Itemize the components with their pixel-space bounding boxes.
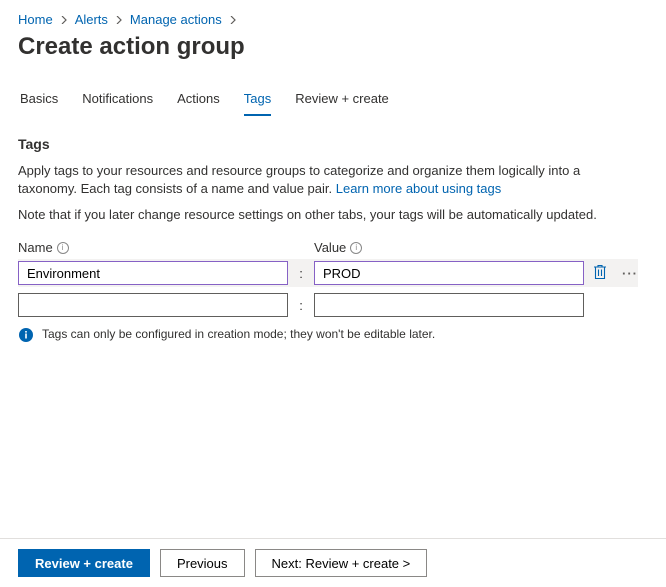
breadcrumb-home[interactable]: Home bbox=[18, 12, 53, 27]
colon-separator: : bbox=[294, 298, 308, 313]
footer-bar: Review + create Previous Next: Review + … bbox=[0, 538, 666, 587]
chevron-right-icon bbox=[228, 15, 238, 25]
breadcrumb-alerts[interactable]: Alerts bbox=[75, 12, 108, 27]
tags-name-label: Name bbox=[18, 240, 53, 255]
tabs: Basics Notifications Actions Tags Review… bbox=[18, 85, 648, 116]
section-heading: Tags bbox=[18, 136, 648, 152]
tag-row: : bbox=[18, 293, 638, 317]
ellipsis-icon: ··· bbox=[622, 266, 638, 281]
tab-review-create[interactable]: Review + create bbox=[295, 85, 389, 116]
tab-basics[interactable]: Basics bbox=[20, 85, 58, 116]
breadcrumb-manage-actions[interactable]: Manage actions bbox=[130, 12, 222, 27]
section-body-1: Apply tags to your resources and resourc… bbox=[18, 162, 638, 198]
tag-row: : ··· bbox=[18, 259, 638, 287]
info-notice: Tags can only be configured in creation … bbox=[18, 327, 648, 343]
tag-value-input[interactable] bbox=[314, 293, 584, 317]
section-body-2: Note that if you later change resource s… bbox=[18, 206, 638, 224]
notice-text: Tags can only be configured in creation … bbox=[42, 327, 435, 341]
tab-notifications[interactable]: Notifications bbox=[82, 85, 153, 116]
info-icon bbox=[18, 327, 34, 343]
colon-separator: : bbox=[294, 266, 308, 281]
tags-table: Name i Value i : ··· bbox=[18, 240, 638, 317]
previous-button[interactable]: Previous bbox=[160, 549, 245, 577]
page-title: Create action group bbox=[18, 33, 648, 61]
trash-icon bbox=[593, 264, 607, 283]
delete-tag-button[interactable] bbox=[590, 263, 610, 283]
tag-value-input[interactable] bbox=[314, 261, 584, 285]
tab-tags[interactable]: Tags bbox=[244, 85, 271, 116]
info-icon[interactable]: i bbox=[57, 242, 69, 254]
tag-name-input[interactable] bbox=[18, 293, 288, 317]
tag-name-input[interactable] bbox=[18, 261, 288, 285]
tags-name-col-header: Name i bbox=[18, 240, 288, 255]
more-actions-button[interactable]: ··· bbox=[620, 263, 640, 283]
learn-more-link[interactable]: Learn more about using tags bbox=[336, 181, 502, 196]
chevron-right-icon bbox=[59, 15, 69, 25]
breadcrumb: Home Alerts Manage actions bbox=[18, 12, 648, 27]
tab-actions[interactable]: Actions bbox=[177, 85, 220, 116]
info-icon[interactable]: i bbox=[350, 242, 362, 254]
review-create-button[interactable]: Review + create bbox=[18, 549, 150, 577]
chevron-right-icon bbox=[114, 15, 124, 25]
next-button[interactable]: Next: Review + create > bbox=[255, 549, 428, 577]
tags-value-col-header: Value i bbox=[314, 240, 584, 255]
tags-value-label: Value bbox=[314, 240, 346, 255]
